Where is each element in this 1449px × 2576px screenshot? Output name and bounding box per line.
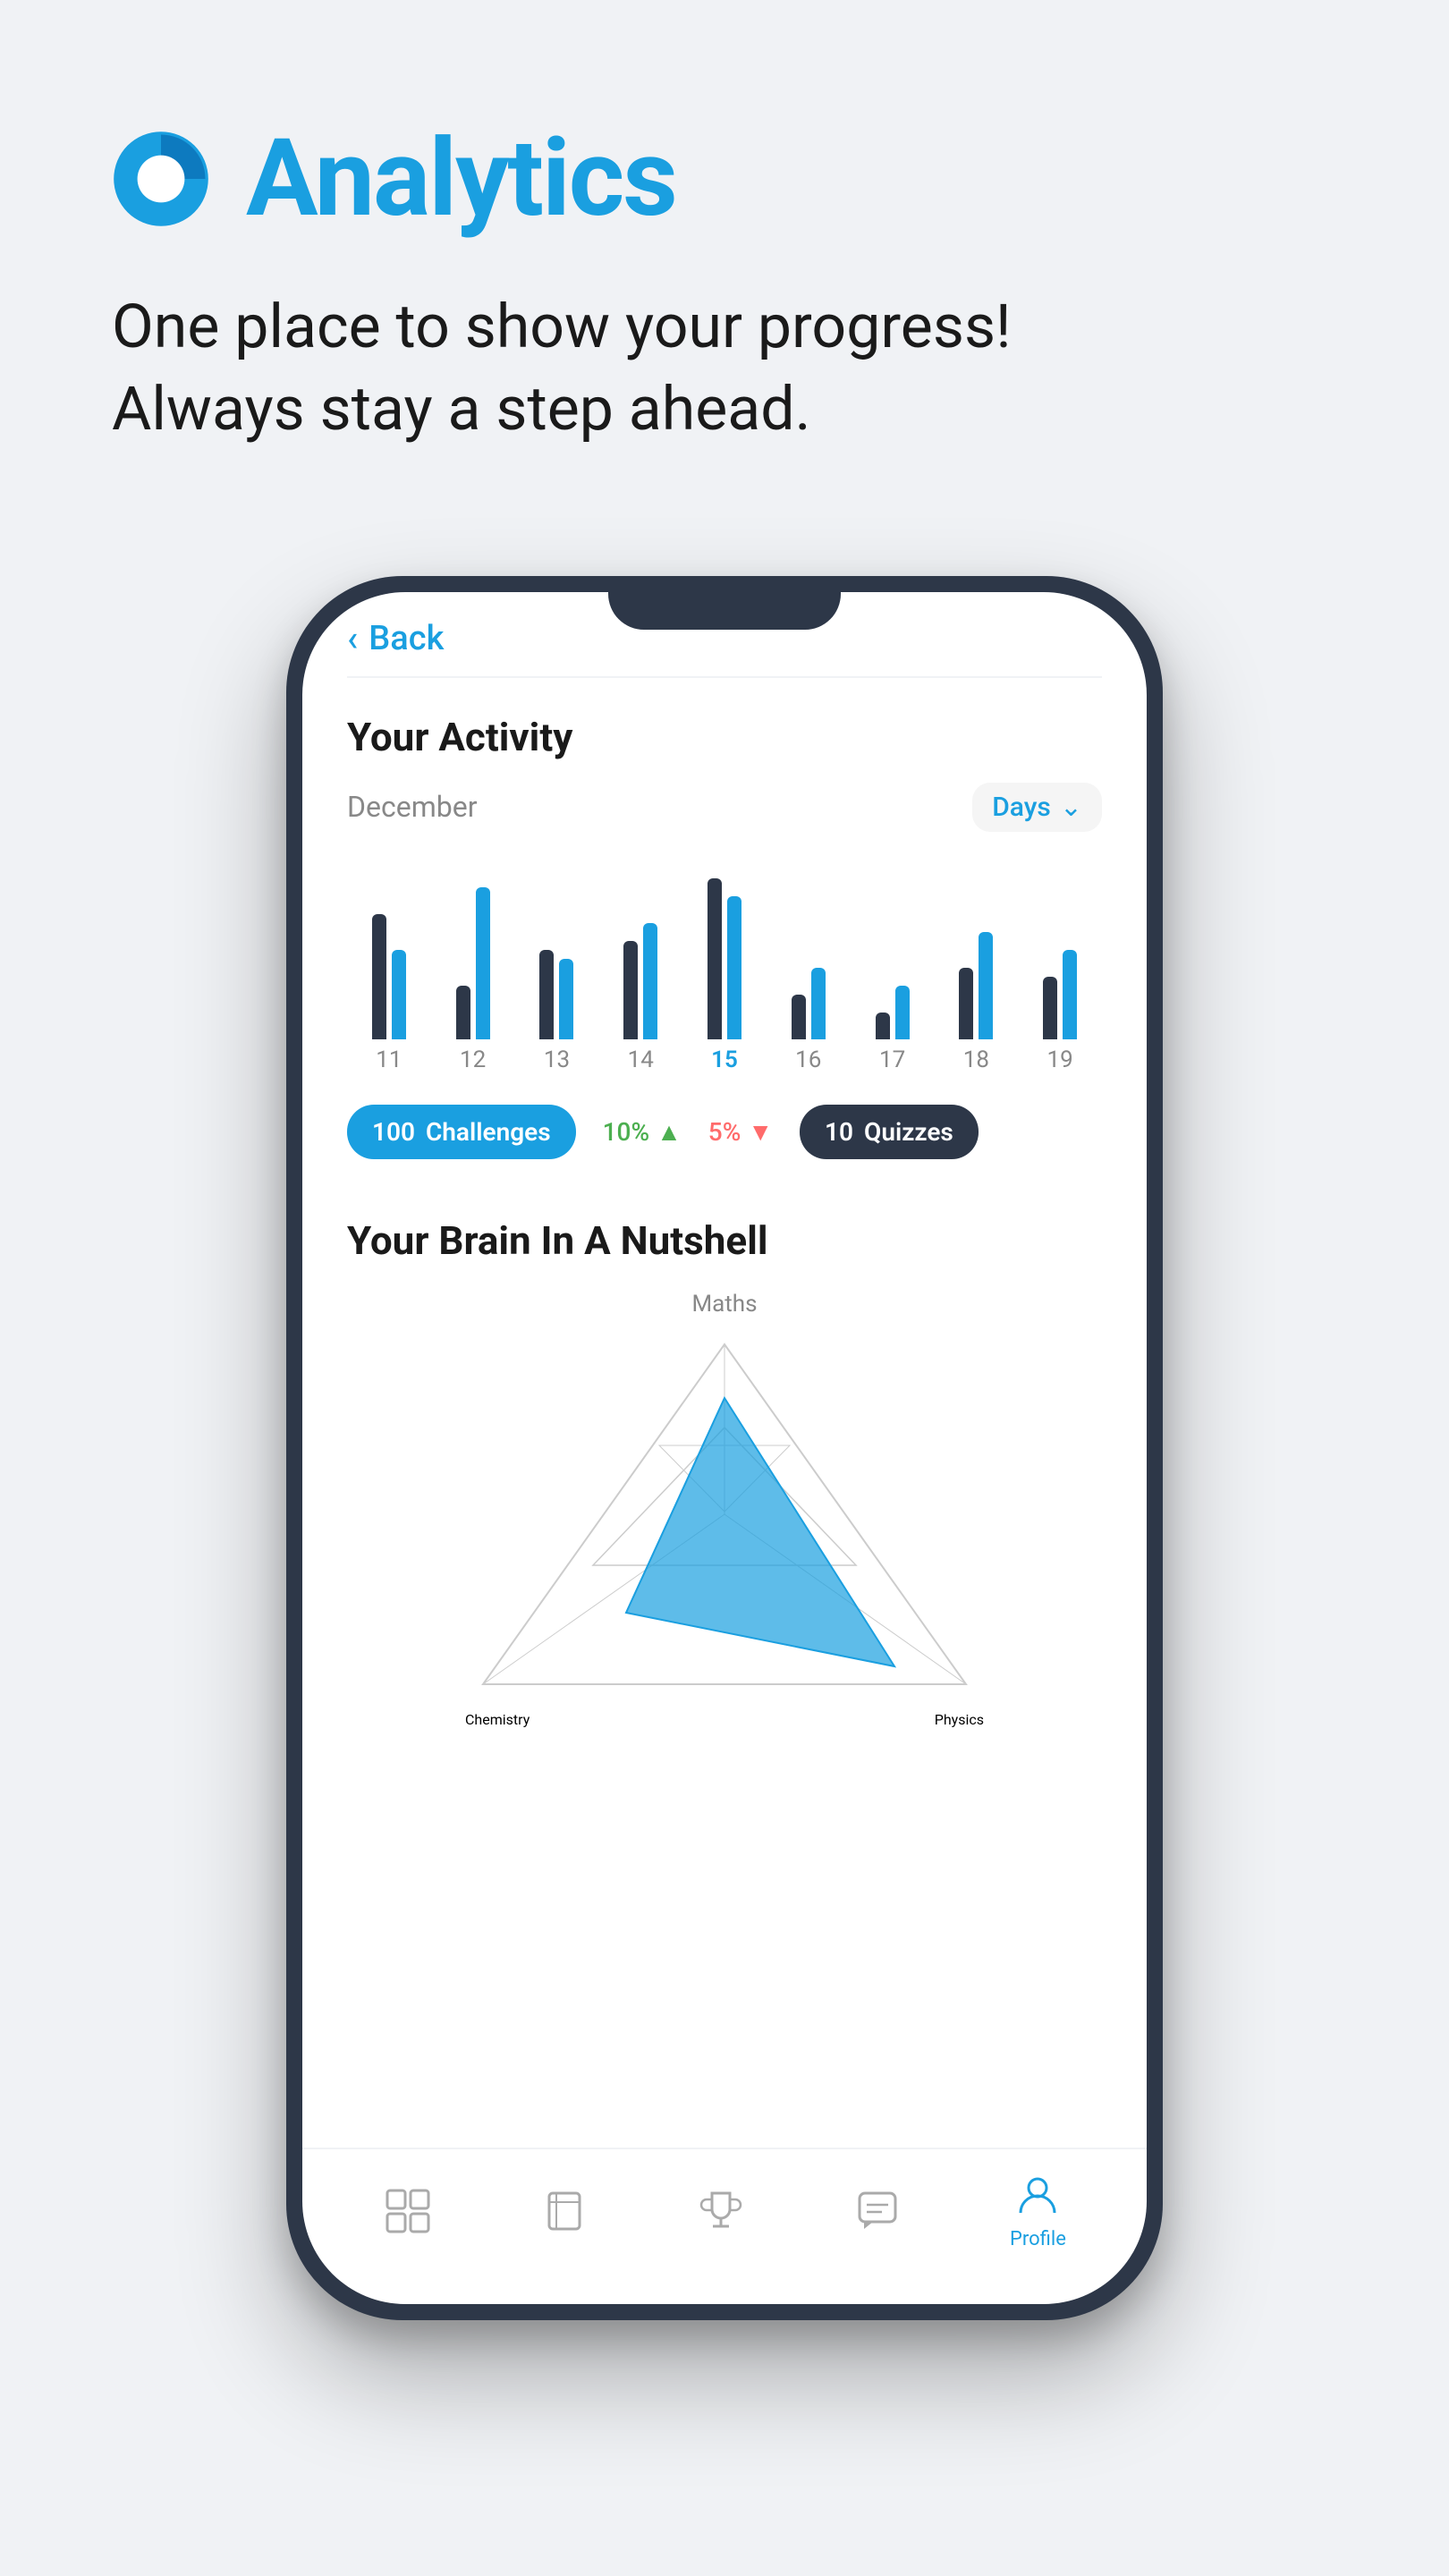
bar-group-17: 17: [851, 860, 935, 1073]
bar-dark-18: [959, 968, 973, 1039]
bar-dark-12: [456, 986, 470, 1039]
dropdown-chevron-icon: ⌄: [1060, 792, 1082, 823]
radar-label-physics: Physics: [935, 1711, 984, 1728]
bar-group-19: 19: [1018, 860, 1102, 1073]
bar-dark-14: [623, 941, 638, 1039]
bar-blue-12: [476, 887, 490, 1039]
bar-chart: 11 12: [347, 859, 1102, 1073]
bar-label-14: 14: [628, 1046, 654, 1073]
activity-section: Your Activity December Days ⌄: [302, 678, 1147, 1191]
bar-label-19: 19: [1047, 1046, 1073, 1073]
up-arrow-icon: ▲: [657, 1117, 682, 1147]
bar-group-18: 18: [934, 860, 1018, 1073]
challenges-badge: 100 Challenges: [347, 1105, 576, 1159]
percent-down-value: 5%: [708, 1117, 741, 1147]
bar-blue-19: [1063, 950, 1077, 1039]
percent-up-value: 10%: [603, 1117, 649, 1147]
analytics-icon: [112, 130, 210, 228]
back-chevron-icon: ‹: [347, 621, 358, 657]
percent-up: 10% ▲: [603, 1117, 682, 1147]
grid-icon: [383, 2186, 432, 2235]
phone-screen: ‹ Back Your Activity December Days ⌄: [302, 592, 1147, 2304]
bar-group-14: 14: [598, 860, 682, 1073]
phone-notch: [608, 576, 841, 630]
percent-down: 5% ▼: [708, 1117, 773, 1147]
nav-item-trophy[interactable]: [697, 2186, 746, 2235]
bar-group-13: 13: [515, 860, 599, 1073]
nav-item-home[interactable]: [383, 2186, 432, 2235]
month-label: December: [347, 790, 478, 824]
back-label: Back: [369, 619, 444, 658]
radar-svg: [465, 1326, 984, 1702]
quizzes-count: 10: [825, 1117, 853, 1147]
down-arrow-icon: ▼: [748, 1117, 773, 1147]
bar-label-16: 16: [795, 1046, 821, 1073]
activity-title: Your Activity: [347, 714, 1102, 760]
chat-icon: [853, 2186, 902, 2235]
brain-title: Your Brain In A Nutshell: [347, 1217, 1102, 1264]
nav-item-chat[interactable]: [853, 2186, 902, 2235]
bar-label-11: 11: [376, 1046, 402, 1073]
radar-label-maths: Maths: [691, 1291, 757, 1318]
phone-container: ‹ Back Your Activity December Days ⌄: [0, 576, 1449, 2320]
bar-dark-19: [1043, 977, 1057, 1039]
bar-blue-16: [811, 968, 826, 1039]
profile-nav-label: Profile: [1010, 2228, 1066, 2250]
bar-blue-18: [979, 932, 993, 1039]
bar-blue-17: [895, 986, 910, 1039]
person-icon: [1013, 2172, 1063, 2221]
bar-dark-17: [876, 1013, 890, 1039]
bar-dark-15: [708, 878, 722, 1039]
book-icon: [539, 2186, 589, 2235]
month-row: December Days ⌄: [347, 783, 1102, 832]
bar-blue-15: [727, 896, 741, 1039]
header-subtitle: One place to show your progress! Always …: [112, 286, 1337, 451]
page-title: Analytics: [246, 116, 676, 242]
bar-dark-13: [539, 950, 554, 1039]
bar-label-15: 15: [711, 1046, 738, 1073]
bar-dark-16: [792, 995, 806, 1039]
bar-group-15: 15: [682, 860, 767, 1073]
bar-dark-11: [372, 914, 386, 1039]
bar-group-16: 16: [767, 860, 851, 1073]
quizzes-label: Quizzes: [864, 1117, 953, 1147]
bar-blue-13: [559, 959, 573, 1039]
header-section: Analytics One place to show your progres…: [0, 0, 1449, 504]
bar-blue-14: [643, 923, 657, 1039]
trophy-icon: [697, 2186, 746, 2235]
bar-label-12: 12: [460, 1046, 486, 1073]
bottom-nav: Profile: [302, 2148, 1147, 2304]
challenges-label: Challenges: [426, 1117, 551, 1147]
bar-group-11: 11: [347, 860, 431, 1073]
radar-labels-bottom: Chemistry Physics: [465, 1711, 984, 1728]
stats-row: 100 Challenges 10% ▲ 5% ▼ 10 Quizzes: [347, 1091, 1102, 1173]
days-dropdown[interactable]: Days ⌄: [972, 783, 1102, 832]
nav-item-book[interactable]: [539, 2186, 589, 2235]
bar-label-13: 13: [544, 1046, 570, 1073]
bar-label-17: 17: [879, 1046, 905, 1073]
bar-blue-11: [392, 950, 406, 1039]
days-label: Days: [992, 792, 1051, 823]
bar-label-18: 18: [963, 1046, 989, 1073]
brain-section: Your Brain In A Nutshell Maths: [302, 1191, 1147, 1755]
radar-label-chemistry: Chemistry: [465, 1711, 530, 1728]
bar-group-12: 12: [431, 860, 515, 1073]
phone-outer: ‹ Back Your Activity December Days ⌄: [286, 576, 1163, 2320]
nav-item-profile[interactable]: Profile: [1010, 2172, 1066, 2250]
title-row: Analytics: [112, 116, 1337, 242]
radar-chart: Maths: [347, 1291, 1102, 1728]
challenges-count: 100: [372, 1117, 415, 1147]
quizzes-badge: 10 Quizzes: [800, 1105, 979, 1159]
